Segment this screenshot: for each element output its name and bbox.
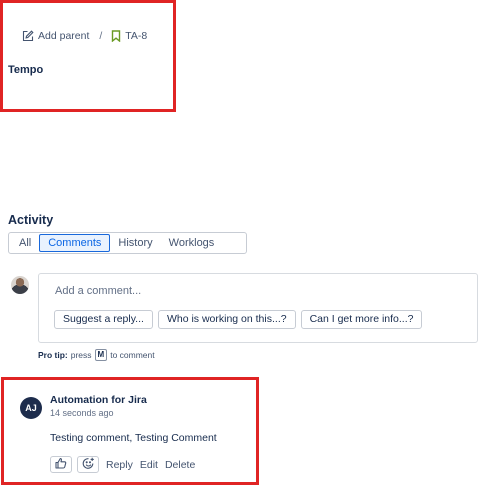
reply-suggestions: Suggest a reply... Who is working on thi… [54,310,423,329]
comment-actions: Reply Edit Delete [50,456,195,473]
tab-all[interactable]: All [11,234,39,252]
comment-body: Testing comment, Testing Comment [50,432,217,444]
more-info-button[interactable]: Can I get more info...? [300,310,423,329]
tab-comments[interactable]: Comments [39,234,111,252]
add-parent-label: Add parent [38,30,90,42]
who-is-working-button[interactable]: Who is working on this...? [157,310,296,329]
suggest-reply-button[interactable]: Suggest a reply... [54,310,153,329]
comment-input[interactable]: Add a comment... [55,285,141,297]
issue-title[interactable]: Tempo [8,64,43,76]
delete-button[interactable]: Delete [165,459,195,471]
breadcrumb: Add parent / TA-8 [22,27,147,45]
pro-tip: Pro tip: press M to comment [38,349,155,361]
comment-author-avatar[interactable]: AJ [20,397,42,419]
bookmark-icon [111,30,121,42]
comment-timestamp[interactable]: 14 seconds ago [50,408,114,418]
emoji-add-icon [82,457,95,473]
comment-editor[interactable]: Add a comment... Suggest a reply... Who … [38,273,478,343]
issue-key-link[interactable]: TA-8 [111,30,147,42]
pro-tip-prefix: Pro tip: [38,350,68,360]
edit-button[interactable]: Edit [140,459,158,471]
pro-tip-press: press [70,350,92,360]
activity-heading: Activity [8,213,54,227]
keyboard-shortcut-key: M [94,349,108,361]
add-reaction-button[interactable] [77,456,99,473]
tab-history[interactable]: History [110,234,160,252]
comment-author[interactable]: Automation for Jira [50,394,147,406]
thumbs-up-icon [55,457,67,472]
tab-worklogs[interactable]: Worklogs [161,234,223,252]
activity-tabs: All Comments History Worklogs [8,232,247,254]
edit-icon [22,30,34,42]
like-button[interactable] [50,456,72,473]
annotation-box-top [0,0,176,112]
add-parent-link[interactable]: Add parent [22,30,89,42]
pro-tip-suffix: to comment [110,350,155,360]
reply-button[interactable]: Reply [106,459,133,471]
current-user-avatar [11,276,29,294]
breadcrumb-separator: / [99,30,103,42]
issue-key: TA-8 [125,30,148,42]
